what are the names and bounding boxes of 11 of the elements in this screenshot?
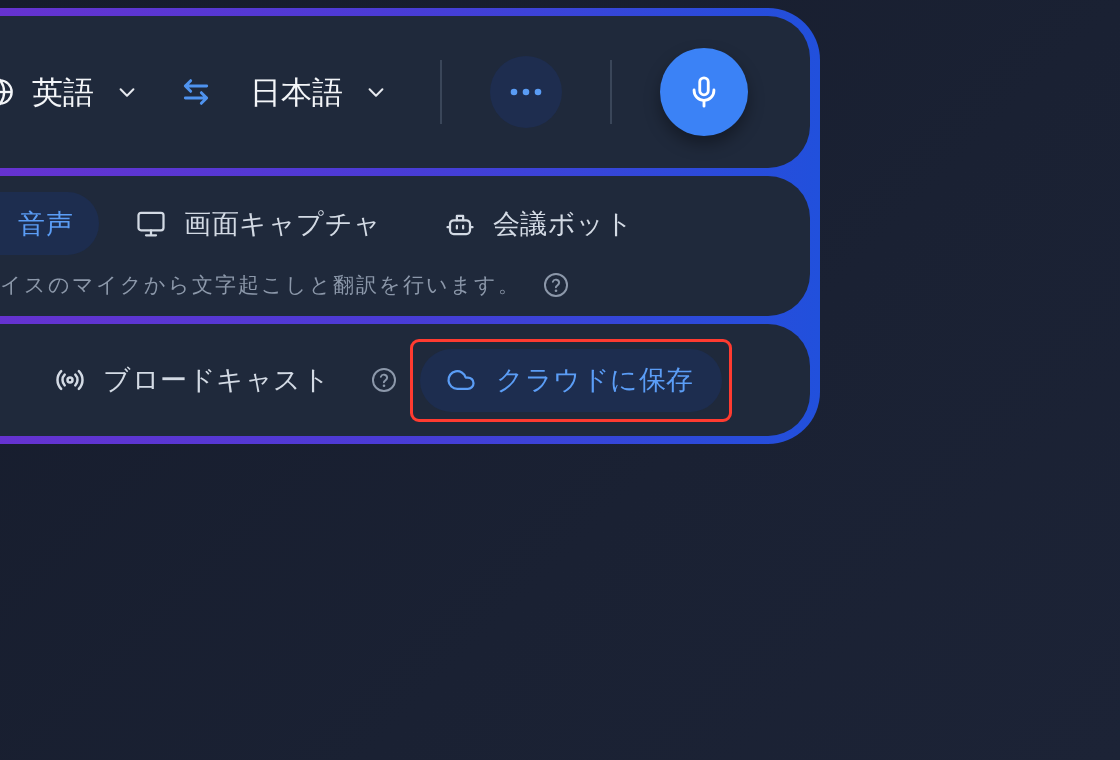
input-mode-tab[interactable]: 会議ボット — [418, 192, 659, 255]
mode-description: イスのマイクから文字起こしと翻訳を行います。 — [0, 272, 521, 298]
source-language-dropdown[interactable]: 英語 — [0, 72, 138, 112]
output-option-button[interactable]: クラウドに保存 — [420, 348, 722, 412]
input-mode-tab[interactable]: 画面キャプチャ — [110, 192, 408, 255]
help-icon[interactable] — [371, 367, 397, 393]
input-mode-tab[interactable]: 音声 — [0, 192, 99, 255]
output-option-button[interactable]: ブロードキャスト — [29, 348, 358, 412]
ellipsis-icon — [510, 88, 542, 96]
help-icon[interactable] — [543, 272, 569, 298]
target-language-dropdown[interactable]: 日本語 — [250, 72, 387, 112]
